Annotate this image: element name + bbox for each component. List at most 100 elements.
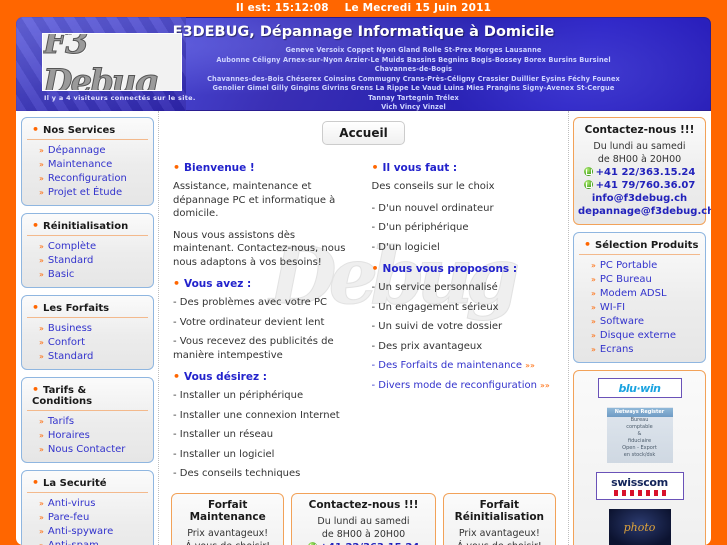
box-title-label: Sélection Produits <box>595 240 699 251</box>
sidebar-item-label: Basic <box>47 269 75 280</box>
heading-bienvenue: • Bienvenue ! <box>173 161 356 174</box>
arrow-icon: » <box>591 275 596 284</box>
arrow-icon: » <box>591 289 596 298</box>
netways-line: en stock/dsk <box>623 452 656 458</box>
arrow-icon: » <box>39 146 44 155</box>
heading-vous-avez: • Vous avez : <box>173 277 356 290</box>
box-line: Prix avantageux! <box>187 527 269 539</box>
phone-label: +41 79/760.36.07 <box>595 180 696 191</box>
phone-label: +41 22/363.15.24 <box>595 167 696 178</box>
tab-accueil[interactable]: Accueil <box>322 121 405 145</box>
site-logo[interactable]: F3 Debug <box>42 33 182 91</box>
email-info[interactable]: info@f3debug.ch <box>578 192 701 205</box>
sidebar-item-reconfiguration[interactable]: » Reconfiguration <box>39 172 148 186</box>
heading-nous-vous-proposons: • Nous vous proposons : <box>372 262 555 275</box>
heading-label: Vous désirez : <box>184 371 267 383</box>
sidebar-item-label: PC Bureau <box>599 274 652 285</box>
arrow-icon: » <box>39 270 44 279</box>
sidebar-item-confort[interactable]: » Confort <box>39 336 148 350</box>
sidebar-item-horaires[interactable]: » Horaires <box>39 429 148 443</box>
netways-line: fiduciaire <box>627 438 652 444</box>
arrow-icon: »» <box>539 380 550 390</box>
sidebar-item-maintenance[interactable]: » Maintenance <box>39 158 148 172</box>
sidebar-item-standard[interactable]: » Standard <box>39 254 148 268</box>
sidebar-item-anti-spam[interactable]: » Anti-spam <box>39 539 148 545</box>
ad-swisscom[interactable]: swisscom <box>579 472 700 500</box>
ad-bluewin[interactable]: blu·win <box>579 378 700 398</box>
sidebar-item-complete[interactable]: » Complète <box>39 240 148 254</box>
heading-label: Nous vous proposons : <box>382 263 518 275</box>
sidebar-item-pc-bureau[interactable]: » PC Bureau <box>591 273 700 287</box>
phone-icon <box>583 180 593 189</box>
bullet-icon: • <box>32 301 40 314</box>
sidebar-item-label: Modem ADSL <box>599 288 667 299</box>
arrow-icon: » <box>39 324 44 333</box>
sidebar-item-tarifs[interactable]: » Tarifs <box>39 415 148 429</box>
sidebar-list: » Tarifs » Horaires » Nous Contacter <box>27 415 148 457</box>
box-title: • Les Forfaits <box>27 300 148 318</box>
phone-number-1[interactable]: +41 22/363.15.24 <box>295 541 431 545</box>
main-content: Debug Accueil • Bienvenue ! Assistance, m… <box>159 111 568 545</box>
sidebar-item-projet-et-etude[interactable]: » Projet et Étude <box>39 186 148 200</box>
list-item: - Installer un réseau <box>173 429 274 440</box>
contact-hours-line2: de 8H00 à 20H00 <box>597 154 682 165</box>
box-title-label: Forfait Maintenance <box>189 498 266 523</box>
email-depannage[interactable]: depannage@f3debug.ch <box>578 205 711 218</box>
main-columns: • Bienvenue ! Assistance, maintenance et … <box>165 153 562 487</box>
box-title-label: Les Forfaits <box>43 303 110 314</box>
sidebar-item-ecrans[interactable]: » Ecrans <box>591 343 700 357</box>
sidebar-item-label: Dépannage <box>47 145 106 156</box>
sidebar-item-nous-contacter[interactable]: » Nous Contacter <box>39 443 148 457</box>
list-item: - Un engagement sérieux <box>371 301 499 313</box>
arrow-icon: » <box>39 338 44 347</box>
sidebar-item-pc-portable[interactable]: » PC Portable <box>591 259 700 273</box>
sidebar-item-label: Reconfiguration <box>47 173 127 184</box>
link-modes-reconfiguration[interactable]: - Divers mode de reconfiguration»» <box>372 379 555 393</box>
ad-netways[interactable]: Netways Register Bureau comptable & fidu… <box>579 407 700 463</box>
sidebar-item-depannage[interactable]: » Dépannage <box>39 144 148 158</box>
box-title: • Nos Services <box>27 122 148 140</box>
arrow-icon: » <box>591 317 596 326</box>
sidebar-item-wifi[interactable]: » WI-FI <box>591 301 700 315</box>
arrow-icon: » <box>39 431 44 440</box>
bullet-icon: • <box>32 219 40 232</box>
list-item: - Un service personnalisé <box>371 282 498 293</box>
choice-paragraph: Des conseils sur le choix <box>371 181 495 192</box>
sidebar-item-basic[interactable]: » Basic <box>39 268 148 282</box>
heading-label: Il vous faut : <box>382 162 458 174</box>
box-line: Prix avantageux! <box>458 527 540 539</box>
sidebar-item-label: Horaires <box>47 430 90 441</box>
bullet-icon: • <box>371 161 379 174</box>
sidebar-item-anti-virus[interactable]: » Anti-virus <box>39 497 148 511</box>
sidebar-item-modem-adsl[interactable]: » Modem ADSL <box>591 287 700 301</box>
sidebar-box-reinitialisation: • Réinitialisation » Complète » Standard » B… <box>21 213 154 288</box>
sidebar-item-label: Standard <box>47 351 94 362</box>
sidebar-item-label: Tarifs <box>47 416 75 427</box>
sidebar-item-pare-feu[interactable]: » Pare-feu <box>39 511 148 525</box>
sidebar-item-business[interactable]: » Business <box>39 322 148 336</box>
netways-line: comptable <box>626 424 653 430</box>
list-item: - Installer un logiciel <box>173 448 275 460</box>
phone-number-1[interactable]: +41 22/363.15.24 <box>578 166 701 179</box>
clock-bar: Il est: 15:12:08 Le Mecredi 15 Juin 2011 <box>0 0 727 17</box>
ad-photo[interactable]: photo <box>579 509 700 545</box>
sidebar-list: »Anti-virus »Pare-feu »Anti-spyware »Ant… <box>27 497 148 545</box>
bullet-icon: • <box>173 370 181 383</box>
link-forfaits-maintenance[interactable]: - Des Forfaits de maintenance»» <box>372 359 555 373</box>
phone-number-2[interactable]: +41 79/760.36.07 <box>578 179 701 192</box>
sidebar-list: » Complète » Standard » Basic <box>27 240 148 282</box>
arrow-icon: » <box>591 303 596 312</box>
sidebar-item-standard-forfait[interactable]: » Standard <box>39 350 148 364</box>
sidebar-item-anti-spyware[interactable]: » Anti-spyware <box>39 525 148 539</box>
bluewin-logo: blu·win <box>597 378 682 398</box>
advertisement-panel: blu·win Netways Register Bureau comptabl… <box>573 370 706 545</box>
sidebar-item-label: Nous Contacter <box>47 444 126 455</box>
arrow-icon: » <box>39 499 44 508</box>
sidebar-item-disque-externe[interactable]: » Disque externe <box>591 329 700 343</box>
list-item: - Des prix avantageux <box>371 340 483 352</box>
arrow-icon: » <box>591 331 596 340</box>
bottom-box-forfait-reinitialisation: Forfait Réinitialisation Prix avantageux… <box>442 492 556 545</box>
sidebar-list: » PC Portable » PC Bureau » Modem ADSL » WI-… <box>579 259 700 357</box>
sidebar-item-label: Anti-virus <box>47 498 96 509</box>
sidebar-item-software[interactable]: » Software <box>591 315 700 329</box>
